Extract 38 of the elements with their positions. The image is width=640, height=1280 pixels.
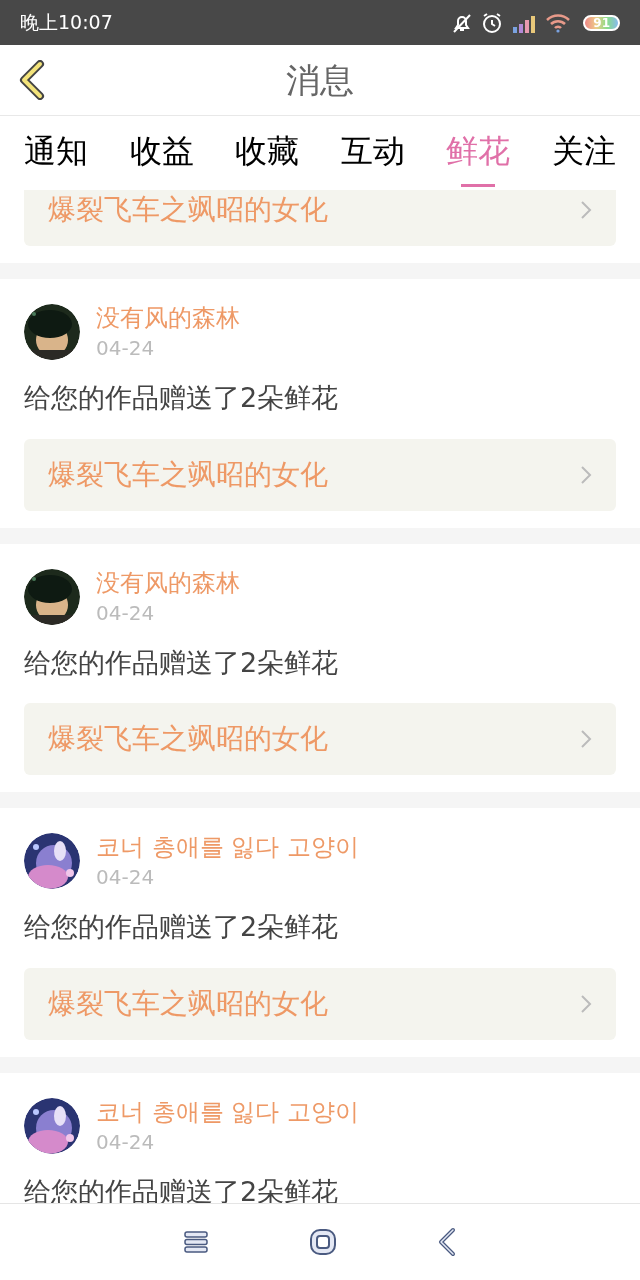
work-link[interactable]: 爆裂飞车之飒昭的女化 — [24, 438, 616, 511]
tab[interactable]: 关注 — [551, 127, 616, 179]
date: 04-24 — [96, 864, 156, 891]
tab[interactable]: 收藏 — [235, 127, 300, 179]
tab[interactable]: 鲜花 — [446, 127, 511, 179]
alarm-icon — [481, 11, 504, 34]
chevron-right-icon — [580, 993, 592, 1014]
message-text: 给您的作品赠送了2朵鲜花 — [23, 645, 340, 680]
date: 04-24 — [96, 335, 156, 362]
menu-button[interactable] — [183, 1229, 209, 1255]
tab[interactable]: 通知 — [24, 127, 88, 179]
home-icon — [309, 1228, 337, 1256]
message-text: 给您的作品赠送了2朵鲜花 — [23, 381, 340, 415]
back-nav-button[interactable] — [437, 1227, 457, 1257]
message-text: 给您的作品赠送了2朵鲜花 — [23, 910, 340, 944]
wifi-icon — [545, 12, 572, 33]
user-name[interactable]: 코너 총애를 잃다 고양이 — [96, 831, 359, 863]
back-icon — [18, 60, 46, 100]
work-link[interactable]: 爆裂飞车之飒昭的女化 — [24, 703, 616, 775]
user-name[interactable]: 코너 총애를 잃다 고양이 — [96, 1095, 359, 1128]
work-link[interactable]: 爆裂飞车之飒昭的女化 — [24, 190, 616, 246]
clock: 晚上10:07 — [20, 10, 113, 36]
back-icon — [437, 1227, 457, 1257]
user-name[interactable]: 没有风的森林 — [96, 566, 240, 599]
date: 04-24 — [96, 599, 156, 627]
date: 04-24 — [96, 1128, 156, 1156]
menu-icon — [183, 1229, 209, 1255]
work-link[interactable]: 爆裂飞车之飒昭的女化 — [24, 967, 616, 1040]
user-name[interactable]: 没有风的森林 — [96, 302, 240, 334]
tab[interactable]: 互动 — [340, 127, 405, 179]
tab[interactable]: 收益 — [129, 127, 194, 179]
chevron-right-icon — [580, 729, 592, 749]
tab-indicator — [461, 184, 496, 187]
chevron-right-icon — [580, 464, 592, 485]
chevron-right-icon — [580, 200, 592, 220]
home-button[interactable] — [309, 1228, 337, 1256]
battery-indicator: 91 — [583, 14, 620, 31]
page-title: 消息 — [286, 58, 354, 102]
